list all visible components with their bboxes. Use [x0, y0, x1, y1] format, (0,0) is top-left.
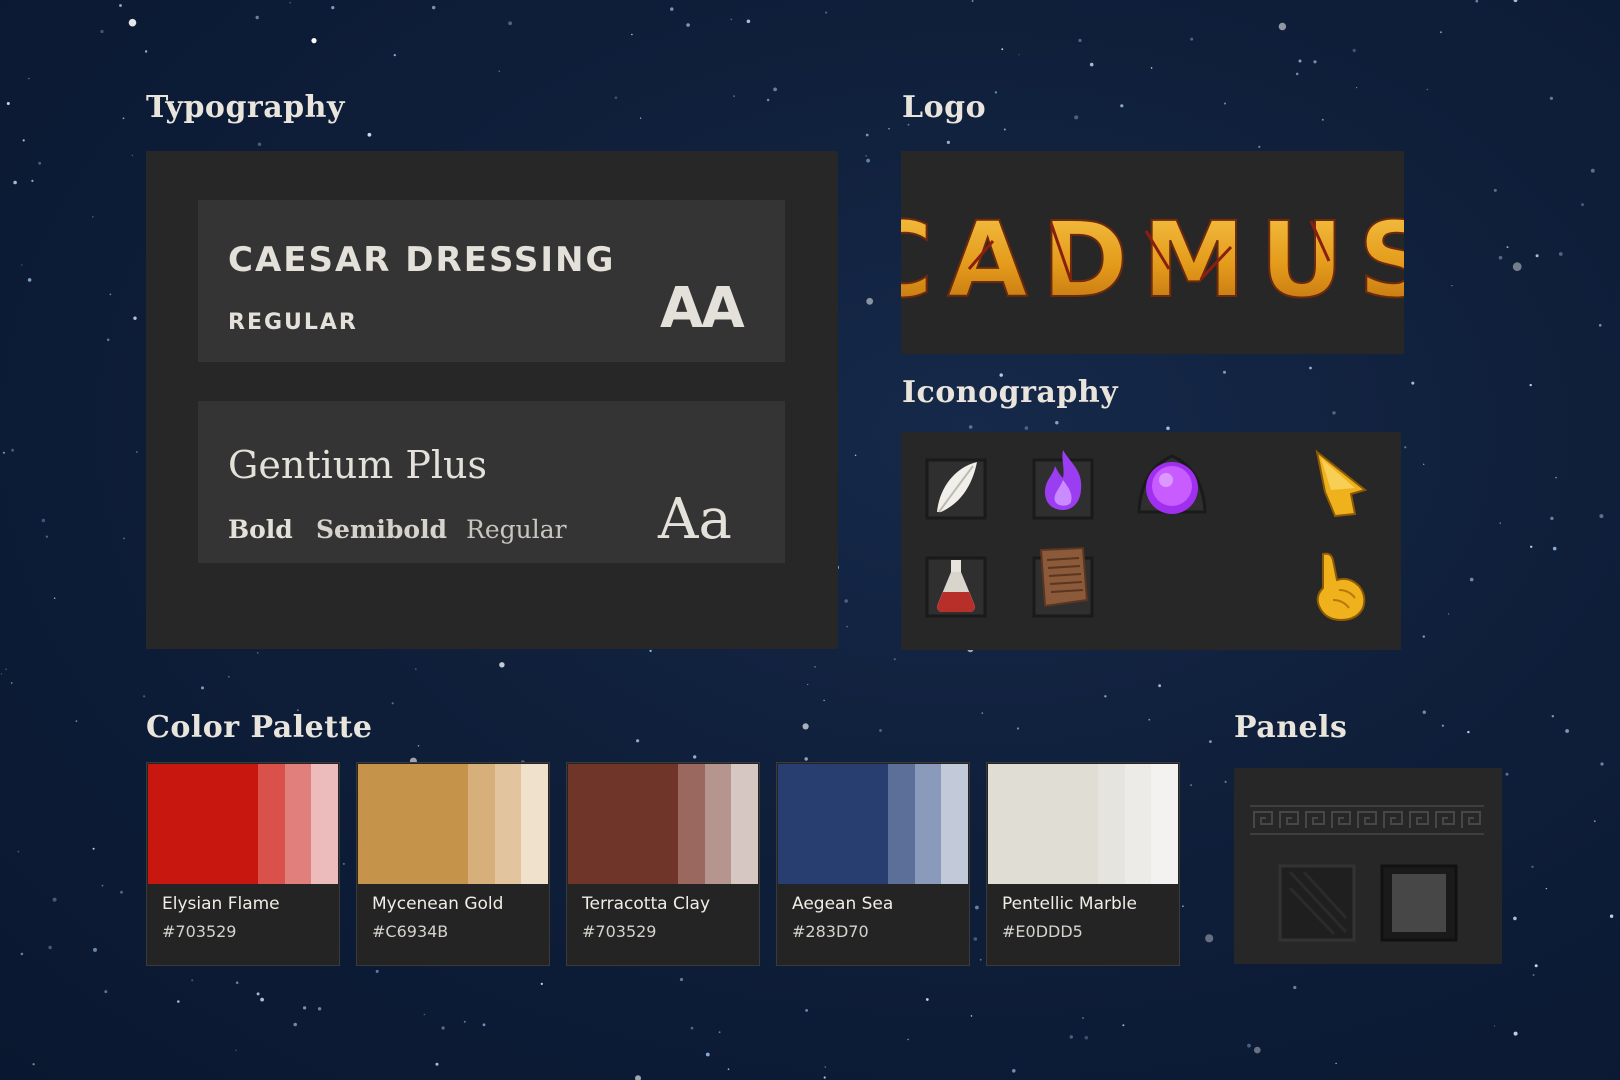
swatch-shade	[704, 764, 732, 884]
cursor-arrow-icon	[1315, 449, 1368, 518]
swatch-shade	[731, 764, 758, 884]
swatch-shade	[1098, 764, 1125, 884]
palette-title: Color Palette	[146, 710, 373, 745]
swatch-shades	[778, 764, 968, 884]
body-font-weight-regular: Regular	[466, 515, 567, 544]
swatch-shade	[1151, 764, 1178, 884]
swatch-name: Aegean Sea	[792, 894, 894, 914]
display-font-name: Caesar Dressing	[228, 240, 616, 280]
swatch-terracotta-clay: Terracotta Clay #703529	[566, 762, 760, 966]
swatch-pentellic-marble: Pentellic Marble #E0DDD5	[986, 762, 1180, 966]
swatch-shades	[988, 764, 1178, 884]
swatch-shade	[468, 764, 495, 884]
display-font-weight: Regular	[228, 310, 358, 335]
swatch-shade	[914, 764, 942, 884]
panels-title: Panels	[1234, 710, 1348, 745]
swatch-shade	[521, 764, 548, 884]
typography-title: Typography	[146, 90, 345, 125]
swatch-shade	[941, 764, 968, 884]
swatch-shade	[778, 764, 889, 884]
swatch-shade	[678, 764, 705, 884]
swatch-shade	[988, 764, 1099, 884]
swatch-shade	[494, 764, 522, 884]
iconography-panel	[901, 432, 1401, 650]
logo-panel: CADMUS	[901, 151, 1404, 354]
swatch-name: Mycenean Gold	[372, 894, 504, 914]
swatch-shade	[358, 764, 469, 884]
cadmus-logo: CADMUS	[901, 198, 1404, 322]
logo-title: Logo	[902, 90, 987, 125]
body-font-sample: Aa	[658, 487, 732, 552]
swatch-name: Elysian Flame	[162, 894, 280, 914]
display-font-card: Caesar Dressing Regular AA	[198, 200, 785, 362]
swatch-shade	[284, 764, 312, 884]
swatch-shades	[358, 764, 548, 884]
swatch-shade	[148, 764, 259, 884]
swatch-hex: #C6934B	[372, 922, 449, 941]
potion-icon	[925, 556, 987, 618]
swatch-elysian-flame: Elysian Flame #703529	[146, 762, 340, 966]
body-font-weight-semibold: Semibold	[316, 515, 448, 544]
feather-icon	[925, 458, 987, 520]
swatch-shade	[311, 764, 338, 884]
scroll-tablet-icon	[1032, 546, 1094, 618]
body-font-card: Gentium Plus Bold Semibold Regular Aa	[198, 401, 785, 563]
swatch-name: Pentellic Marble	[1002, 894, 1137, 914]
body-font-name: Gentium Plus	[228, 443, 488, 487]
swatch-hex: #703529	[582, 922, 657, 941]
swatch-shades	[148, 764, 338, 884]
typography-panel: Caesar Dressing Regular AA Gentium Plus …	[146, 151, 838, 649]
swatch-name: Terracotta Clay	[582, 894, 711, 914]
swatch-mycenean-gold: Mycenean Gold #C6934B	[356, 762, 550, 966]
pointing-hand-icon	[1316, 552, 1366, 622]
swatch-hex: #283D70	[792, 922, 869, 941]
swatch-shades	[568, 764, 758, 884]
orb-icon	[1137, 454, 1207, 514]
iconography-title: Iconography	[902, 375, 1119, 410]
panels-panel	[1234, 768, 1502, 964]
swatch-shade	[1124, 764, 1152, 884]
swatch-hex: #E0DDD5	[1002, 922, 1083, 941]
panel-preview	[1250, 805, 1484, 942]
swatch-shade	[888, 764, 915, 884]
swatch-shade	[568, 764, 679, 884]
swatch-hex: #703529	[162, 922, 237, 941]
swatch-shade	[258, 764, 285, 884]
swatch-aegean-sea: Aegean Sea #283D70	[776, 762, 970, 966]
body-font-weight-bold: Bold	[228, 515, 293, 544]
greek-key-border	[1250, 805, 1484, 835]
display-font-sample: AA	[660, 276, 745, 341]
flame-icon	[1032, 450, 1094, 520]
